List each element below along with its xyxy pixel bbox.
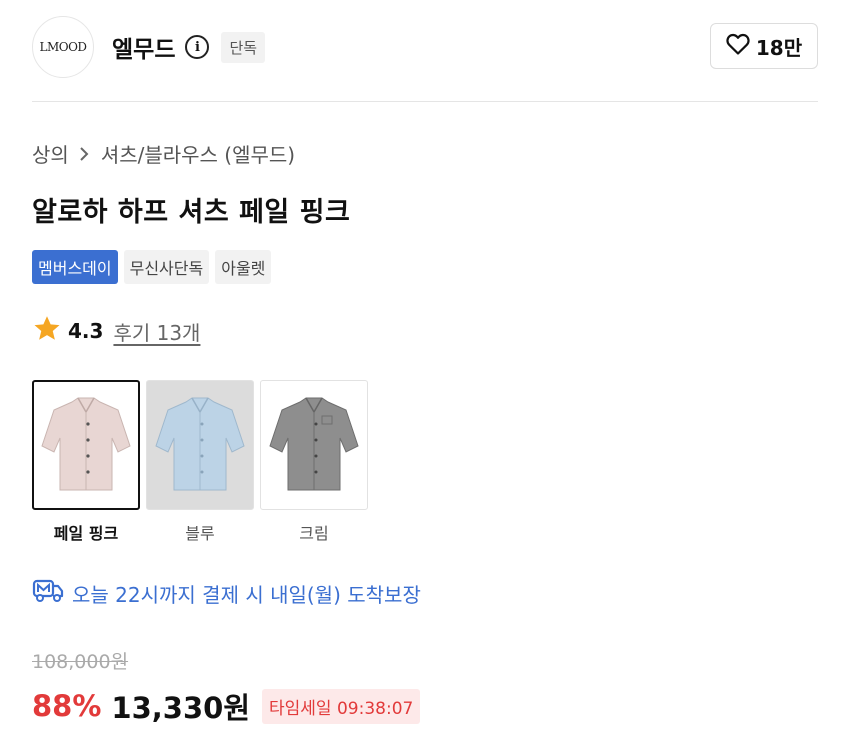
brand-name[interactable]: 엘무드	[112, 30, 175, 64]
header-divider	[32, 101, 818, 102]
color-label: 크림	[299, 524, 329, 543]
timesale-badge: 타임세일 09:38:07	[262, 688, 421, 724]
breadcrumb: 상의 셔츠/블라우스 (엘무드)	[32, 139, 295, 168]
color-option-blue[interactable]: 블루	[146, 380, 254, 544]
star-icon	[32, 314, 62, 348]
product-thumbnail	[146, 380, 254, 510]
color-option-cream[interactable]: 크림	[260, 380, 368, 544]
like-button[interactable]: 18만	[710, 23, 818, 69]
breadcrumb-subcategory[interactable]: 셔츠/블라우스 (엘무드)	[101, 139, 295, 168]
info-icon[interactable]: i	[185, 35, 210, 59]
tag-outlet: 아울렛	[215, 250, 272, 284]
tag-exclusive: 무신사단독	[123, 250, 210, 284]
product-tags: 멤버스데이 무신사단독 아울렛	[32, 250, 272, 284]
product-title: 알로하 하프 셔츠 페일 핑크	[32, 197, 351, 228]
sale-price: 13,330원	[111, 691, 251, 725]
brand-info: 엘무드 i 단독	[112, 30, 266, 64]
brand-logo-text: LMOOD	[39, 40, 87, 54]
like-count: 18만	[755, 35, 803, 60]
product-thumbnail	[260, 380, 368, 510]
color-option-pale-pink[interactable]: 페일 핑크	[32, 380, 140, 544]
reviews-link[interactable]: 후기 13개	[113, 317, 200, 346]
delivery-text: 오늘 22시까지 결제 시 내일(월) 도착보장	[72, 583, 421, 607]
price-row: 88% 13,330원 타임세일 09:38:07	[32, 685, 421, 727]
rating-score: 4.3	[68, 319, 104, 343]
delivery-guarantee[interactable]: 오늘 22시까지 결제 시 내일(월) 도착보장	[32, 578, 421, 609]
tag-membersday: 멤버스데이	[32, 250, 118, 284]
original-price: 108,000원	[32, 651, 129, 673]
truck-icon	[32, 578, 64, 609]
breadcrumb-category[interactable]: 상의	[32, 139, 69, 168]
heart-icon	[726, 33, 750, 59]
rating: 4.3 후기 13개	[32, 314, 200, 348]
exclusive-badge: 단독	[221, 31, 266, 63]
color-label: 페일 핑크	[53, 524, 119, 543]
product-thumbnail	[32, 380, 140, 510]
color-label: 블루	[185, 524, 215, 543]
chevron-right-icon	[79, 144, 91, 164]
discount-rate: 88%	[32, 689, 102, 723]
brand-header: LMOOD 엘무드 i 단독 18만	[32, 16, 818, 78]
color-options: 페일 핑크 블루 크림	[32, 380, 368, 544]
brand-logo[interactable]: LMOOD	[32, 16, 94, 78]
